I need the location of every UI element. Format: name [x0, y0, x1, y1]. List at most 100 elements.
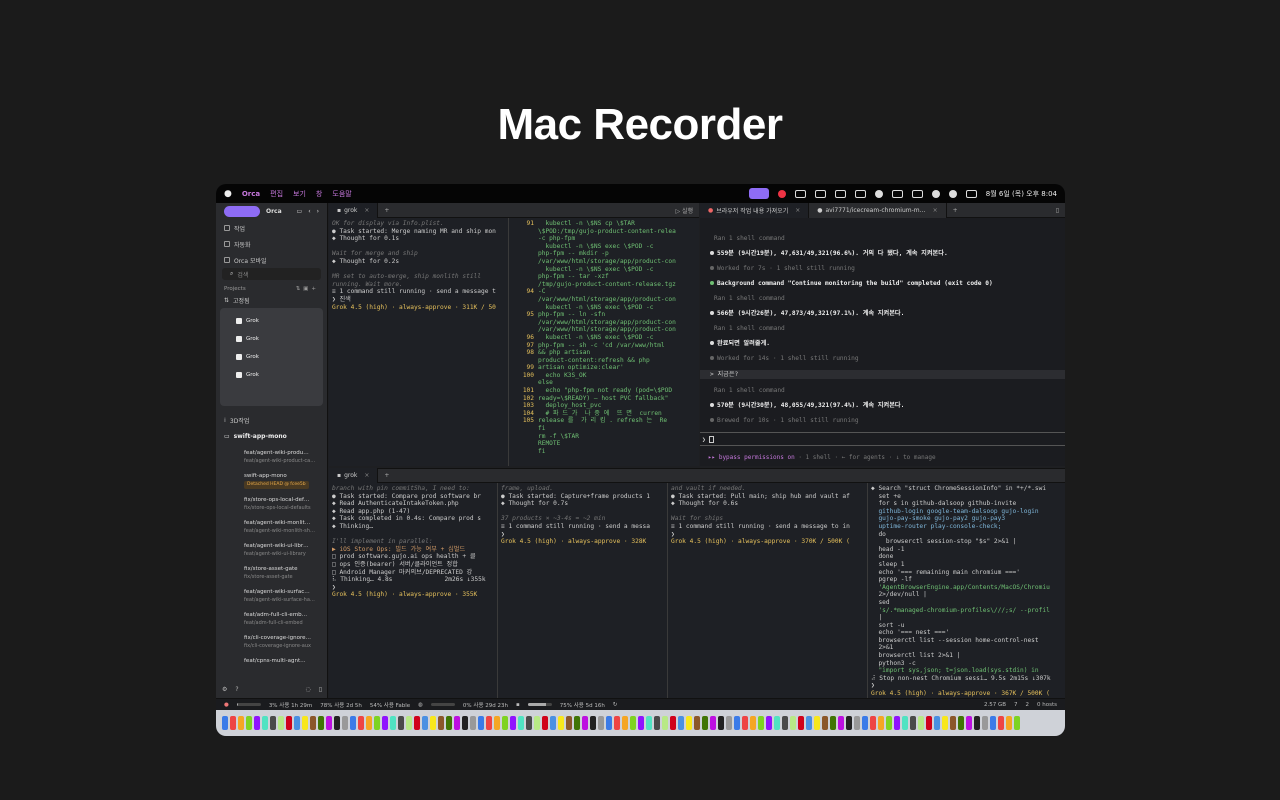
menu-edit[interactable]: 편집	[270, 189, 283, 199]
top-left-pane[interactable]: OK for display via Info.plist. ● Task sta…	[329, 218, 699, 466]
recorder-icon[interactable]	[748, 188, 769, 199]
dock-app-icon[interactable]	[750, 716, 756, 730]
refresh-icon[interactable]: ↻	[613, 702, 618, 708]
spotlight-icon[interactable]	[948, 189, 957, 198]
dock-app-icon[interactable]	[238, 716, 244, 730]
dock-app-icon[interactable]	[814, 716, 820, 730]
dock-app-icon[interactable]	[966, 716, 972, 730]
dock-app-icon[interactable]	[534, 716, 540, 730]
dock-app-icon[interactable]	[566, 716, 572, 730]
branch-item[interactable]: feat/agent-wiki-monlit… feat/agent-wiki-m…	[216, 514, 327, 537]
branch-item[interactable]: feat/agent-wiki-produ… feat/agent-wiki-pr…	[216, 444, 327, 467]
dock-app-icon[interactable]	[678, 716, 684, 730]
dock-app-icon[interactable]	[894, 716, 900, 730]
run-button[interactable]: ▷ 실행	[675, 206, 699, 215]
dock-app-icon[interactable]	[702, 716, 708, 730]
sync-icon[interactable]: ◌	[305, 686, 310, 693]
dock-app-icon[interactable]	[294, 716, 300, 730]
settings-icon[interactable]: ⚙	[222, 686, 227, 693]
dock-app-icon[interactable]	[542, 716, 548, 730]
dock-app-icon[interactable]	[710, 716, 716, 730]
dock-app-icon[interactable]	[854, 716, 860, 730]
dock-app-icon[interactable]	[518, 716, 524, 730]
back-icon[interactable]: ‹	[308, 208, 310, 215]
code-column[interactable]: 91 kubectl -n \$NS cp \$TAR \$POD:/tmp/gu…	[509, 218, 699, 466]
control-center-icon[interactable]	[965, 189, 977, 198]
branch-item[interactable]: fix/store-asset-gate fix/store-asset-gate	[216, 560, 327, 583]
branch-item[interactable]: feat/adm-full-cli-emb… feat/adm-full-cli-…	[216, 606, 327, 629]
dock-app-icon[interactable]	[486, 716, 492, 730]
dock-app-icon[interactable]	[438, 716, 444, 730]
dock-app-icon[interactable]	[230, 716, 236, 730]
bottom-pane[interactable]: branch with pin commitSha, I need to: ● T…	[329, 483, 1065, 698]
dock-app-icon[interactable]	[918, 716, 924, 730]
pinned-item[interactable]: Grok	[226, 330, 317, 348]
dock-app-icon[interactable]	[358, 716, 364, 730]
tab-github[interactable]: ● avi7771/icecream-chromium-m… ×	[809, 202, 947, 218]
dock-app-icon[interactable]	[638, 716, 644, 730]
dock-app-icon[interactable]	[630, 716, 636, 730]
dock-app-icon[interactable]	[1014, 716, 1020, 730]
dock-app-icon[interactable]	[806, 716, 812, 730]
terminal-column[interactable]: frame, upload. ● Task started: Capture+fr…	[498, 483, 668, 698]
dock-app-icon[interactable]	[478, 716, 484, 730]
search-input[interactable]: ⌕ 검색	[222, 268, 321, 280]
dock-app-icon[interactable]	[582, 716, 588, 730]
tab-grok[interactable]: ▪ grok ×	[329, 202, 379, 218]
display-icon[interactable]	[834, 189, 846, 198]
dock-app-icon[interactable]	[310, 716, 316, 730]
add-tab-button[interactable]: +	[378, 472, 395, 479]
binoculars-icon[interactable]	[794, 189, 806, 198]
dock-app-icon[interactable]	[830, 716, 836, 730]
dock-app-icon[interactable]	[982, 716, 988, 730]
project-actions[interactable]: ⇅▣+	[296, 286, 319, 292]
dock-app-icon[interactable]	[670, 716, 676, 730]
dock-app-icon[interactable]	[350, 716, 356, 730]
add-tab-button[interactable]: +	[378, 207, 395, 214]
dock-app-icon[interactable]	[462, 716, 468, 730]
dock-app-icon[interactable]	[822, 716, 828, 730]
branch-item[interactable]: swift-app-mono Detached HEAD @ fcee5b	[216, 467, 327, 491]
dock-app-icon[interactable]	[510, 716, 516, 730]
dock-app-icon[interactable]	[958, 716, 964, 730]
pinned-item[interactable]: Grok	[226, 348, 317, 366]
close-icon[interactable]: ×	[364, 207, 369, 214]
forward-icon[interactable]: ›	[317, 208, 319, 215]
dock-app-icon[interactable]	[934, 716, 940, 730]
pinned-header[interactable]: ⇅ 고정됨	[216, 294, 327, 306]
dock-app-icon[interactable]	[406, 716, 412, 730]
dock-app-icon[interactable]	[390, 716, 396, 730]
dock-app-icon[interactable]	[550, 716, 556, 730]
wifi-icon[interactable]	[931, 189, 940, 198]
dock-app-icon[interactable]	[494, 716, 500, 730]
dock-app-icon[interactable]	[878, 716, 884, 730]
sidebar-item-mobile[interactable]: Orca 모바일	[216, 252, 327, 268]
section-3d[interactable]: ⁞ 3D작업	[216, 412, 327, 428]
dock-app-icon[interactable]	[382, 716, 388, 730]
dock-app-icon[interactable]	[318, 716, 324, 730]
terminal-column[interactable]: OK for display via Info.plist. ● Task sta…	[329, 218, 509, 466]
split-icon[interactable]: ▯	[1056, 207, 1065, 214]
dock-app-icon[interactable]	[686, 716, 692, 730]
dock-app-icon[interactable]	[718, 716, 724, 730]
clock[interactable]: 8월 6일 (목) 오후 8:04	[986, 189, 1057, 199]
add-tab-button[interactable]: +	[947, 207, 964, 214]
menu-view[interactable]: 보기	[293, 189, 306, 199]
dock-app-icon[interactable]	[446, 716, 452, 730]
record-status-icon[interactable]	[777, 189, 786, 198]
dock-app-icon[interactable]	[326, 716, 332, 730]
repo-header[interactable]: ▭ swift-app-mono	[216, 428, 327, 444]
dock-app-icon[interactable]	[870, 716, 876, 730]
dock-app-icon[interactable]	[1006, 716, 1012, 730]
dock-app-icon[interactable]	[926, 716, 932, 730]
prompt-input[interactable]: ❯	[700, 432, 1065, 446]
dock-app-icon[interactable]	[654, 716, 660, 730]
dock-app-icon[interactable]	[998, 716, 1004, 730]
battery-icon[interactable]	[911, 189, 923, 198]
dock-app-icon[interactable]	[766, 716, 772, 730]
pinned-item[interactable]: Grok	[226, 366, 317, 384]
dock-app-icon[interactable]	[414, 716, 420, 730]
dock-app-icon[interactable]	[430, 716, 436, 730]
dock-app-icon[interactable]	[246, 716, 252, 730]
dock-app-icon[interactable]	[302, 716, 308, 730]
